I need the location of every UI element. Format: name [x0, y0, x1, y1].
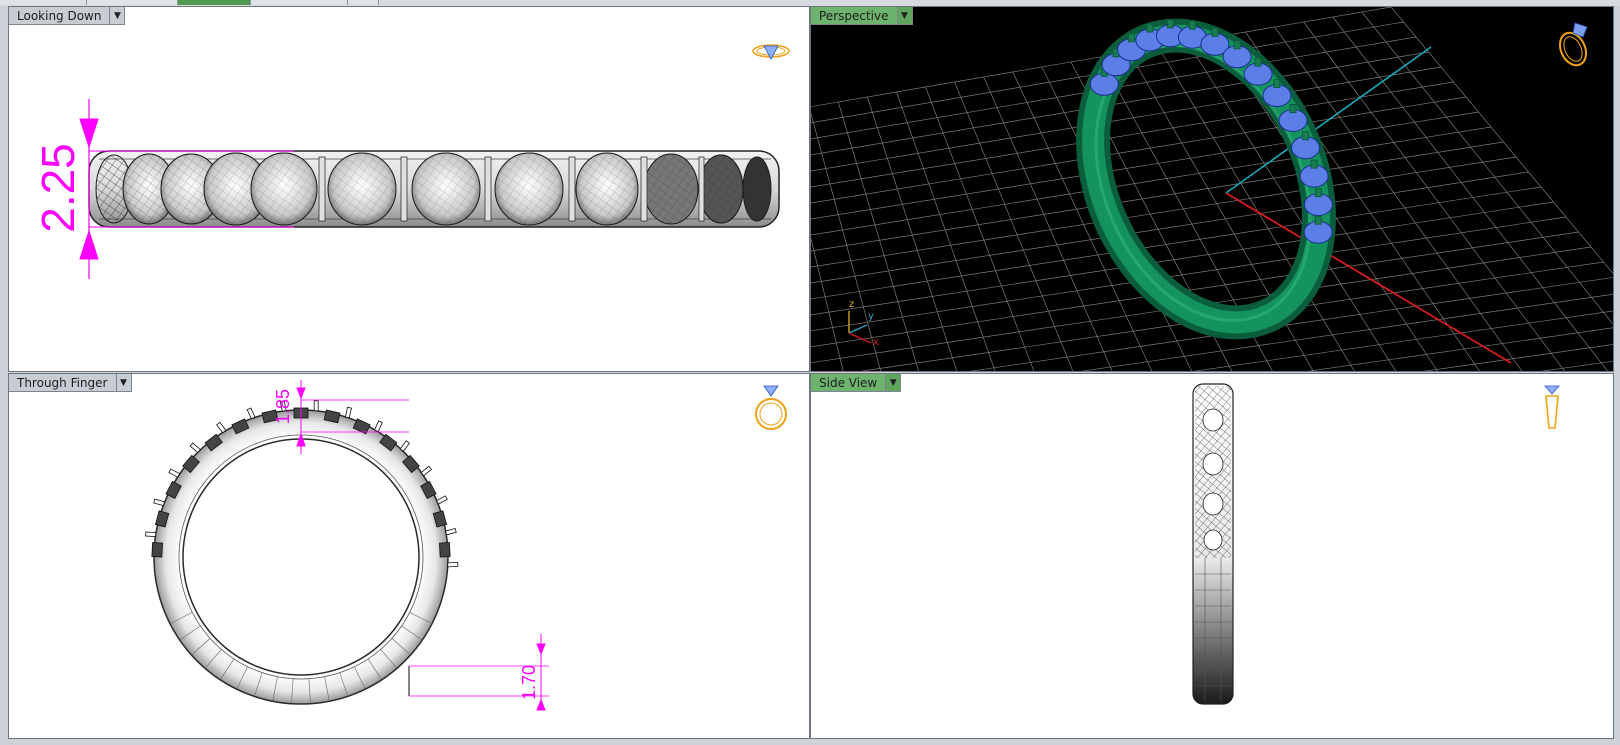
perspective-scene [811, 7, 1613, 371]
ring-model [1076, 18, 1336, 340]
viewport-label[interactable]: Through Finger ▼ [9, 374, 132, 392]
viewport-label[interactable]: Looking Down ▼ [9, 7, 126, 25]
dimension-label: 1.70 [519, 664, 539, 700]
viewport-label[interactable]: Side View ▼ [811, 374, 902, 392]
ring-side-view [1192, 383, 1234, 705]
viewport-title: Side View [811, 374, 887, 392]
dimension-label: 1.85 [273, 388, 293, 424]
viewport-perspective[interactable]: Perspective ▼ z y x [810, 6, 1614, 372]
view-tab[interactable] [87, 0, 178, 5]
axis-z-label: z [849, 299, 855, 310]
ring-navigation-icon[interactable] [1537, 382, 1567, 434]
ring-top-view [79, 99, 780, 279]
ring-navigation-icon[interactable] [749, 37, 793, 65]
view-tab[interactable] [251, 0, 348, 5]
viewport-title: Through Finger [9, 374, 117, 392]
viewport-title: Perspective [811, 7, 898, 25]
chevron-down-icon[interactable]: ▼ [897, 7, 913, 25]
view-tab-active[interactable] [178, 0, 251, 5]
chevron-down-icon[interactable]: ▼ [110, 7, 126, 25]
ring-navigation-icon[interactable] [751, 382, 791, 434]
ring-front-view [145, 380, 549, 711]
chevron-down-icon[interactable]: ▼ [886, 374, 902, 392]
chevron-down-icon[interactable]: ▼ [116, 374, 132, 392]
view-tab[interactable] [348, 0, 379, 5]
gem-setting [95, 152, 772, 226]
viewport-through-finger[interactable]: Through Finger ▼ 1.85 1.70 [8, 373, 810, 739]
axis-y-label: y [868, 311, 874, 322]
view-tab[interactable] [0, 0, 87, 5]
viewport-title: Looking Down [9, 7, 111, 25]
viewport-label[interactable]: Perspective ▼ [811, 7, 913, 25]
axis-x-label: x [873, 337, 879, 348]
dimension-label: 2.25 [32, 143, 84, 233]
ring-navigation-icon[interactable] [1551, 19, 1595, 69]
viewport-looking-down[interactable]: Looking Down ▼ 2.25 [8, 6, 810, 372]
viewport-side-view[interactable]: Side View ▼ [810, 373, 1614, 739]
